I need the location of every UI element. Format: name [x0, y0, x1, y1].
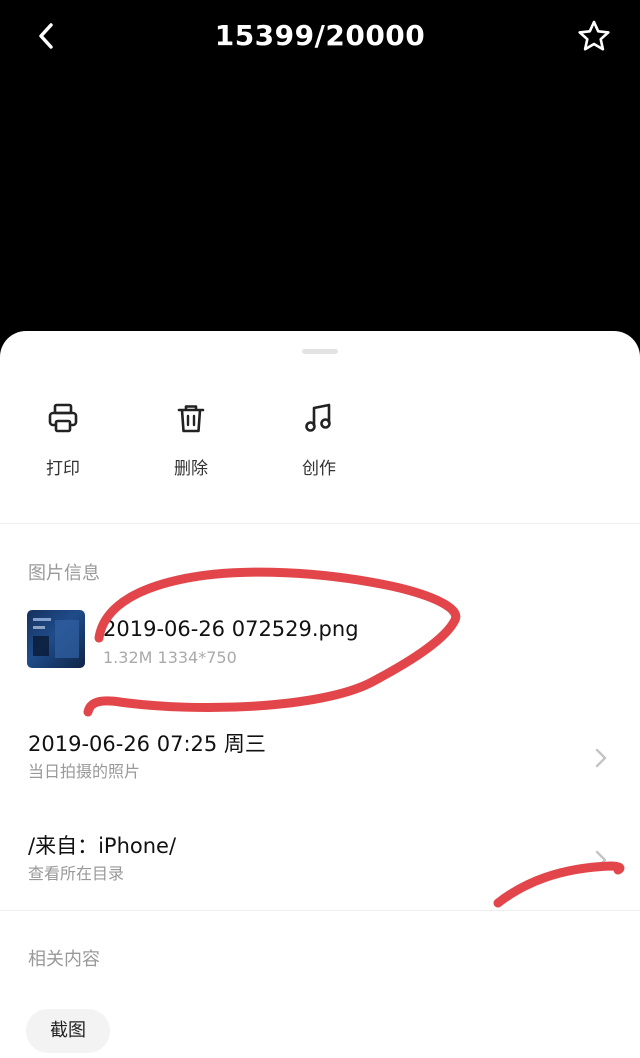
photo-counter: 15399/20000	[214, 19, 426, 52]
top-bar: 15399/20000	[0, 0, 640, 72]
source-row[interactable]: /来自：iPhone/ 查看所在目录	[0, 831, 640, 911]
create-action[interactable]: 创作	[269, 401, 369, 481]
divider	[0, 910, 640, 911]
delete-label: 删除	[174, 459, 208, 479]
create-label: 创作	[302, 459, 336, 479]
trash-icon	[177, 405, 205, 433]
related-title: 相关内容	[28, 949, 100, 970]
print-action[interactable]: 打印	[13, 401, 113, 481]
date-text: 2019-06-26 07:25 周三	[28, 732, 266, 756]
image-info-title: 图片信息	[28, 563, 100, 584]
chevron-right-icon	[595, 850, 607, 870]
info-sheet: 打印 删除 创作 图片信息 2019-06-26 072529.png 1.32…	[0, 331, 640, 1058]
print-label: 打印	[46, 459, 80, 479]
file-meta: 1.32M 1334*750	[103, 648, 237, 667]
printer-icon	[48, 403, 78, 433]
file-name: 2019-06-26 072529.png	[103, 617, 359, 641]
source-text: /来自：iPhone/	[28, 834, 177, 858]
photo-detail-screen: 15399/20000 打印 删除 创作 图片信息 2019-06-26 072…	[0, 0, 640, 1058]
file-row[interactable]: 2019-06-26 072529.png 1.32M 1334*750	[0, 599, 640, 683]
image-thumbnail[interactable]	[27, 610, 85, 668]
source-subtext: 查看所在目录	[28, 864, 125, 883]
star-icon	[578, 20, 610, 51]
date-subtext: 当日拍摄的照片	[28, 762, 141, 781]
screenshot-tag[interactable]: 截图	[26, 1009, 110, 1053]
date-row[interactable]: 2019-06-26 07:25 周三 当日拍摄的照片	[0, 729, 640, 809]
music-note-icon	[305, 403, 331, 432]
divider	[0, 523, 640, 524]
delete-action[interactable]: 删除	[141, 401, 241, 481]
chevron-right-icon	[595, 748, 607, 768]
sheet-grabber[interactable]	[302, 349, 338, 354]
favorite-button[interactable]	[574, 16, 614, 56]
action-bar: 打印 删除 创作	[0, 401, 640, 501]
